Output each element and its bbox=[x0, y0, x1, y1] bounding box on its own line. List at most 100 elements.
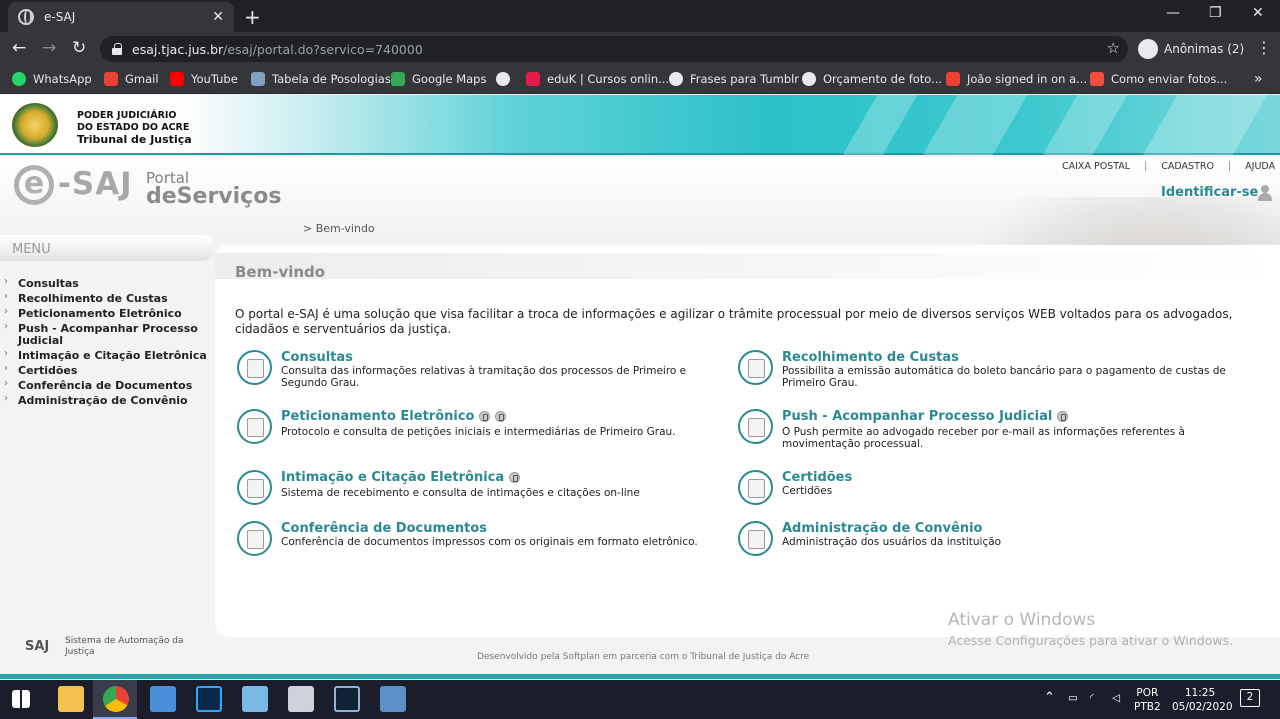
link-cadastro[interactable]: CADASTRO bbox=[1161, 161, 1214, 172]
chrome-icon[interactable] bbox=[103, 686, 129, 712]
service-name[interactable]: Peticionamento Eletrônico bbox=[281, 409, 474, 424]
user-icon[interactable] bbox=[1258, 185, 1272, 201]
windows-activation-title: Ativar o Windows bbox=[948, 610, 1096, 630]
show-hidden-icons[interactable]: ⌃ bbox=[1044, 691, 1055, 705]
lock-badge-icon bbox=[495, 411, 507, 422]
logo-servicos-text: deServiços bbox=[146, 184, 282, 209]
reload-icon[interactable]: ↻ bbox=[72, 38, 86, 58]
menu-item-administracao[interactable]: Administração de Convênio bbox=[4, 393, 209, 408]
service-name[interactable]: Certidões bbox=[782, 470, 852, 485]
globe-icon bbox=[18, 9, 34, 25]
service-name[interactable]: Intimação e Citação Eletrônica bbox=[281, 470, 504, 485]
user-admin-icon bbox=[738, 521, 773, 556]
identify-link[interactable]: Identificar-se bbox=[1161, 185, 1258, 200]
esaj-logo-text[interactable]: -SAJ bbox=[58, 166, 133, 202]
wifi-icon[interactable]: ◜ bbox=[1090, 691, 1094, 705]
bookmark-whatsapp[interactable]: WhatsApp bbox=[12, 72, 92, 86]
main-content: Bem-vindo O portal e-SAJ é uma solução q… bbox=[215, 245, 1280, 637]
bookmark-gmail[interactable]: Gmail bbox=[104, 72, 159, 86]
saj-footer-logo: SAJ bbox=[25, 639, 50, 654]
bookmark-google-maps[interactable]: Google Maps bbox=[391, 72, 486, 86]
developed-by: Desenvolvido pela Softplan em parceria c… bbox=[477, 652, 810, 662]
forward-arrow-icon[interactable]: → bbox=[42, 38, 56, 58]
close-window-icon[interactable]: ✕ bbox=[1252, 5, 1264, 21]
bookmark-joao[interactable]: João signed in on a... bbox=[946, 72, 1087, 86]
back-arrow-icon[interactable]: ← bbox=[12, 38, 26, 58]
url-host: esaj.tjac.jus.br bbox=[132, 41, 224, 57]
lightroom-icon[interactable] bbox=[334, 686, 360, 712]
new-tab-button[interactable]: + bbox=[244, 5, 261, 29]
restore-icon[interactable]: ❐ bbox=[1209, 5, 1222, 21]
lock-badge-icon bbox=[509, 472, 521, 483]
globe-icon bbox=[496, 72, 510, 86]
bookmark-orcamento[interactable]: Orçamento de foto... bbox=[802, 72, 942, 86]
service-desc: O Push permite ao advogado receber por e… bbox=[782, 426, 1185, 450]
file-explorer-icon[interactable] bbox=[58, 686, 84, 712]
service-desc: Possibilita a emissão automática do bole… bbox=[782, 365, 1226, 389]
clock[interactable]: 11:25 05/02/2020 bbox=[1172, 686, 1233, 714]
menu-item-conferencia[interactable]: Conferência de Documentos bbox=[4, 378, 209, 393]
browser-toolbar: ← → ↻ esaj.tjac.jus.br/esaj/portal.do?se… bbox=[0, 32, 1280, 65]
bookmark-frases[interactable]: Frases para Tumblr bbox=[669, 72, 799, 86]
system-name: Sistema de Automação da Justiça bbox=[65, 636, 184, 657]
service-name[interactable]: Recolhimento de Custas bbox=[782, 350, 959, 365]
laptop-icon[interactable] bbox=[150, 686, 176, 712]
menu-item-intimacao[interactable]: Intimação e Citação Eletrônica bbox=[4, 348, 209, 363]
bookmark-posologias[interactable]: Tabela de Posologias bbox=[251, 72, 391, 86]
link-caixa-postal[interactable]: CAIXA POSTAL bbox=[1062, 161, 1130, 172]
battery-icon[interactable]: ▭ bbox=[1068, 691, 1078, 705]
esaj-logo-e[interactable]: e bbox=[14, 165, 54, 205]
service-name[interactable]: Push - Acompanhar Processo Judicial bbox=[782, 409, 1052, 424]
service-name[interactable]: Administração de Convênio bbox=[782, 521, 982, 536]
windows-start-icon[interactable] bbox=[12, 690, 30, 708]
maps-icon bbox=[391, 72, 405, 86]
profile-label: Anônimas (2) bbox=[1164, 42, 1245, 56]
notifications-icon[interactable]: 2 bbox=[1240, 689, 1260, 707]
browser-tab[interactable]: e-SAJ ✕ bbox=[8, 2, 234, 32]
certificate-badge-icon bbox=[479, 411, 491, 422]
link-ajuda[interactable]: AJUDA bbox=[1245, 161, 1275, 172]
close-tab-icon[interactable]: ✕ bbox=[212, 9, 224, 25]
volume-icon[interactable]: ◁ bbox=[1112, 691, 1120, 705]
pill-icon bbox=[251, 72, 265, 86]
calculator-icon[interactable] bbox=[288, 686, 314, 712]
petition-icon bbox=[237, 409, 272, 444]
windows-taskbar: ⌃ ▭ ◜ ◁ POR PTB2 11:25 05/02/2020 2 bbox=[0, 680, 1280, 719]
menu-item-push[interactable]: Push - Acompanhar Processo Judicial bbox=[4, 321, 209, 348]
footer-line bbox=[0, 674, 1280, 679]
address-bar[interactable]: esaj.tjac.jus.br/esaj/portal.do?servico=… bbox=[100, 36, 1128, 62]
bookmark-youtube[interactable]: YouTube bbox=[170, 72, 238, 86]
more-bookmarks-icon[interactable]: » bbox=[1254, 71, 1263, 87]
court-name: PODER JUDICIÁRIO DO ESTADO DO ACRE Tribu… bbox=[77, 110, 192, 146]
bookmark-como-enviar[interactable]: Como enviar fotos... bbox=[1090, 72, 1227, 86]
documents-icon bbox=[237, 521, 272, 556]
input-language[interactable]: POR PTB2 bbox=[1134, 686, 1161, 714]
youtube-icon bbox=[170, 72, 184, 86]
portal-header: e -SAJ Portal deServiços CAIXA POSTAL | … bbox=[0, 157, 1280, 427]
bookmark-eduk[interactable]: eduK | Cursos onlin... bbox=[526, 72, 669, 86]
photoshop-icon[interactable] bbox=[196, 686, 222, 712]
invoice-icon bbox=[738, 350, 773, 385]
service-name[interactable]: Consultas bbox=[281, 350, 353, 365]
bookmark-globe[interactable] bbox=[496, 72, 517, 86]
menu-item-peticionamento[interactable]: Peticionamento Eletrônico bbox=[4, 306, 209, 321]
minimize-icon[interactable]: — bbox=[1166, 5, 1180, 21]
acre-seal-icon bbox=[12, 103, 58, 147]
logo-portal-text: Portal bbox=[146, 169, 190, 187]
bookmark-star-icon[interactable]: ☆ bbox=[1107, 39, 1120, 57]
incognito-icon bbox=[1138, 39, 1158, 59]
photos-icon[interactable] bbox=[380, 686, 406, 712]
notes-icon[interactable] bbox=[242, 686, 268, 712]
more-menu-icon[interactable]: ⋮ bbox=[1256, 38, 1272, 57]
page-title: Bem-vindo bbox=[235, 263, 326, 281]
lock-badge-icon bbox=[1057, 411, 1069, 422]
browser-titlebar: e-SAJ ✕ + — ❐ ✕ bbox=[0, 0, 1280, 32]
globe-icon bbox=[669, 72, 683, 86]
service-name[interactable]: Conferência de Documentos bbox=[281, 521, 487, 536]
menu-item-recolhimento[interactable]: Recolhimento de Custas bbox=[4, 291, 209, 306]
breadcrumb: > Bem-vindo bbox=[303, 222, 375, 235]
menu-item-certidoes[interactable]: Certidões bbox=[4, 363, 209, 378]
menu-item-consultas[interactable]: Consultas bbox=[4, 276, 209, 291]
gmail-icon bbox=[104, 72, 118, 86]
profile-button[interactable]: Anônimas (2) bbox=[1138, 37, 1244, 61]
